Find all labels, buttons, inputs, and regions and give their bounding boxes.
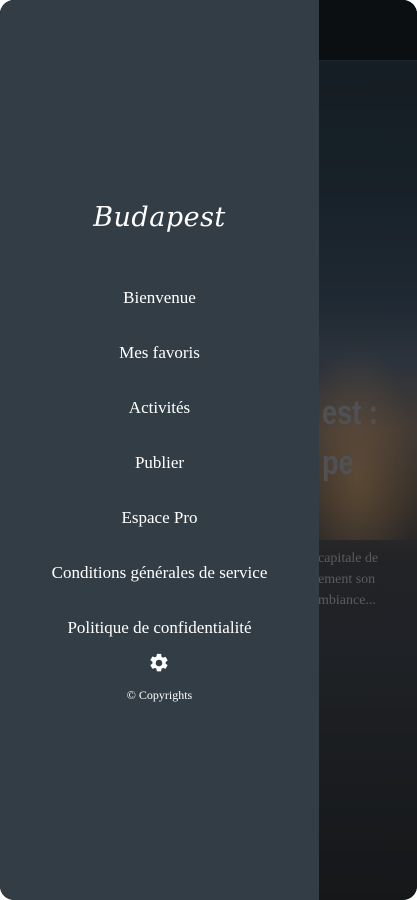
nav-item-publier[interactable]: Publier: [0, 435, 319, 490]
phone-frame: est : pe capitale de ement son mbiance..…: [0, 0, 417, 900]
copyright-text: © Copyrights: [126, 688, 193, 702]
brand-title: Budapest: [93, 202, 226, 233]
gear-icon[interactable]: [148, 652, 170, 674]
navigation-drawer: Budapest Bienvenue Mes favoris Activités…: [0, 0, 319, 900]
nav-menu: Bienvenue Mes favoris Activités Publier …: [0, 270, 319, 655]
nav-item-espace-pro[interactable]: Espace Pro: [0, 490, 319, 545]
nav-item-conditions[interactable]: Conditions générales de service: [0, 545, 319, 600]
nav-item-activites[interactable]: Activités: [0, 380, 319, 435]
nav-item-confidentialite[interactable]: Politique de confidentialité: [0, 600, 319, 655]
nav-item-mes-favoris[interactable]: Mes favoris: [0, 325, 319, 380]
nav-item-bienvenue[interactable]: Bienvenue: [0, 270, 319, 325]
